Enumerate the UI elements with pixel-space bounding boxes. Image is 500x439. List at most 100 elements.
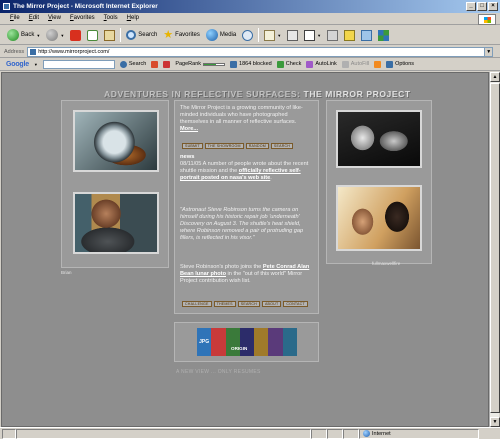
banner-tile-gold [254,328,269,356]
ad-banner-panel: JPG ORIGIN [174,322,319,362]
research-icon [361,29,373,41]
minimize-button[interactable]: _ [466,2,476,11]
news-heading: news [180,154,195,160]
address-input[interactable]: http://www.mirrorproject.com/ ▼ [27,46,494,57]
messenger-button[interactable] [343,28,356,43]
contact-button[interactable]: Contact [283,301,308,307]
search-button-page[interactable]: Search [270,143,294,149]
history-button[interactable] [241,28,254,43]
intro-more-link[interactable]: More... [180,126,198,132]
popup-blocker-button[interactable]: 1864 blocked [230,60,272,68]
google-mail-button[interactable] [163,60,171,68]
caption-left[interactable]: Brian [61,270,72,275]
scroll-thumb[interactable] [490,83,500,413]
site-title-part1: ADVENTURES IN REFLECTIVE SURFACES: [104,89,304,99]
status-cell [311,428,327,439]
jpg-origin-banner[interactable]: JPG ORIGIN [197,328,297,356]
banner-tile-navy [239,328,255,356]
back-arrow-icon [7,29,19,41]
menu-tools[interactable]: Tools [104,15,118,24]
autolink-button[interactable]: AutoLink [306,60,337,68]
edit-button[interactable]: ▼ [303,28,322,43]
banner-tile-green [225,328,240,356]
star-icon: ★ [163,29,174,41]
status-lock-cell [343,428,359,439]
menu-file[interactable]: File [10,15,20,24]
about-button[interactable]: About [261,301,282,307]
night-reflection-photo[interactable] [336,110,422,168]
home-button[interactable] [103,28,116,43]
options-button[interactable]: Options [386,60,414,68]
close-button[interactable]: × [488,2,498,11]
back-button[interactable]: Back ▼ [6,28,41,43]
footer-link[interactable]: A NEW VIEW ... ONLY RESUMES [176,369,261,375]
address-dropdown-icon[interactable]: ▼ [484,47,493,56]
mail-dropdown-icon: ▼ [277,32,282,38]
discuss-button[interactable] [326,28,339,43]
site-title-part2: THE MIRROR PROJECT [303,89,411,99]
folder-icon [344,29,356,41]
pagerank-button[interactable]: PageRank [175,61,226,67]
banner-tile-teal [282,328,297,356]
menu-favorites[interactable]: Favorites [70,15,95,24]
themes-button[interactable]: Themes [213,301,236,307]
forward-dropdown-icon: ▼ [60,32,65,38]
search-button[interactable]: Search [125,28,158,43]
autolink-label: AutoLink [315,61,337,67]
menu-help[interactable]: Help [127,15,139,24]
menu-view[interactable]: View [48,15,61,24]
astronaut-helmet-photo[interactable] [73,110,159,172]
bottom-nav-buttons: Challenge Themes Search About Contact [182,301,308,307]
print-icon [287,29,299,41]
research-button[interactable] [360,28,373,43]
translate-button[interactable] [377,28,390,43]
print-button[interactable] [286,28,299,43]
menu-edit[interactable]: Edit [29,15,39,24]
back-dropdown-icon: ▼ [36,32,41,38]
windows-logo-icon [478,14,496,25]
mail-button[interactable]: ▼ [263,28,282,43]
refresh-button[interactable] [86,28,99,43]
site-title: ADVENTURES IN REFLECTIVE SURFACES: THE M… [104,89,411,99]
spellcheck-button[interactable]: Check [276,60,301,68]
media-button[interactable]: Media [205,28,237,43]
autofill-label: AutoFill [350,61,370,67]
maximize-button[interactable]: □ [477,2,487,11]
news-item: 08/11/05 A number of people wrote about … [180,161,315,182]
scroll-up-arrow-icon[interactable]: ▲ [490,72,500,82]
blogger-button[interactable] [374,60,382,68]
news-icon [151,60,159,68]
submit-button[interactable]: Submit [182,143,203,149]
autolink-icon [306,60,314,68]
showroom-button[interactable]: The Showroom [204,143,244,149]
favorites-button[interactable]: ★ Favorites [162,28,201,43]
stop-button[interactable] [69,28,82,43]
status-page-icon [2,428,16,439]
search-button-bottom[interactable]: Search [237,301,260,307]
globe-icon [363,430,370,437]
mirror-selfie-photo[interactable] [73,192,159,254]
address-url: http://www.mirrorproject.com/ [38,48,110,55]
pagerank-bar [203,62,226,66]
caption-right[interactable]: fullmaxwellfire [372,261,400,266]
forward-button[interactable]: ▼ [45,28,65,43]
page-viewport[interactable]: ADVENTURES IN REFLECTIVE SURFACES: THE M… [1,72,489,427]
challenge-button[interactable]: Challenge [182,301,212,307]
followup-pre: Steve Robinson's photo joins the [180,264,263,270]
google-dropdown-icon[interactable]: ▼ [34,62,38,67]
vertical-scrollbar[interactable]: ▲ ▼ [489,72,500,427]
google-search-input[interactable] [42,59,115,69]
search-icon [126,30,137,40]
top-nav-buttons: Submit The Showroom Random Search [182,143,294,149]
random-button[interactable]: Random [245,143,269,149]
autofill-button[interactable]: AutoFill [341,60,370,68]
edit-dropdown-icon: ▼ [317,32,322,38]
room-mirror-photo[interactable] [336,185,422,251]
google-search-button[interactable]: Search [119,60,146,68]
check-icon [276,60,284,68]
scroll-down-arrow-icon[interactable]: ▼ [490,417,500,427]
back-label: Back [21,32,35,38]
google-news-button[interactable] [151,60,159,68]
toolbar-separator [258,28,260,42]
google-logo[interactable]: Google [6,61,29,68]
